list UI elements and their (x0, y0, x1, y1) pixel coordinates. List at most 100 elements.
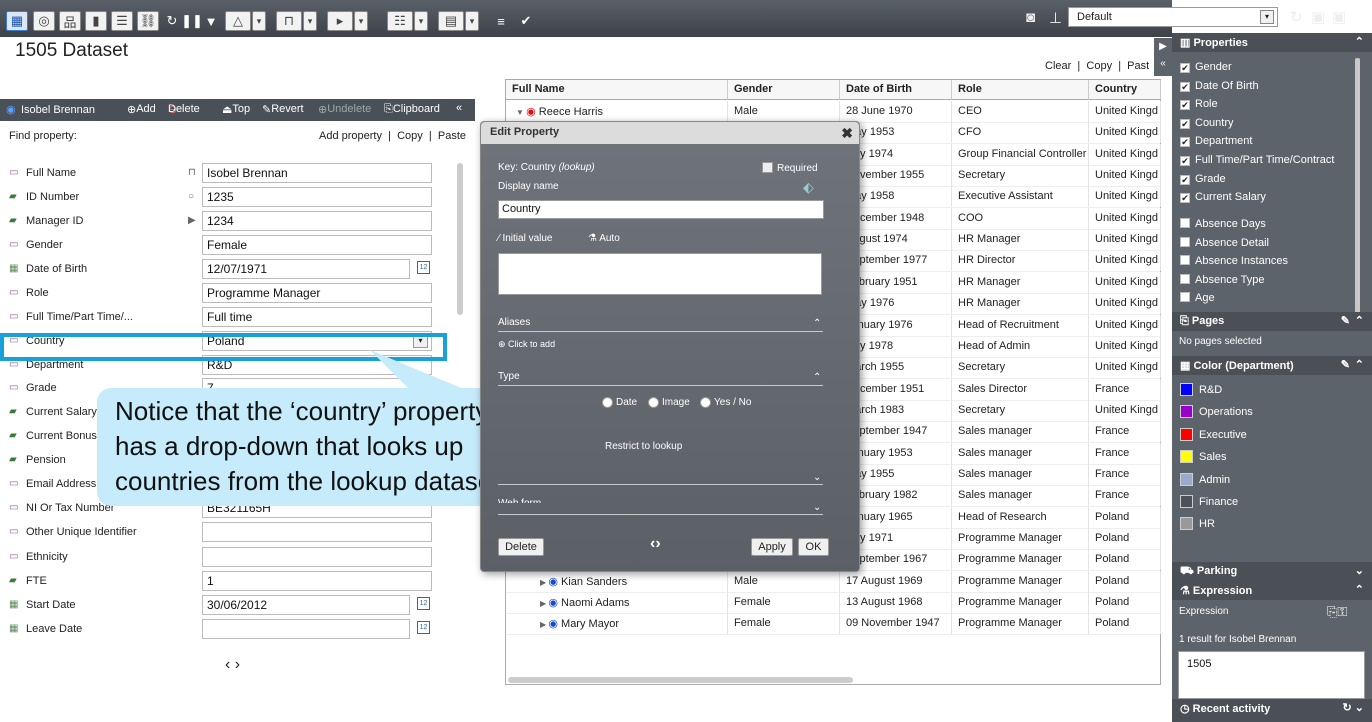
required-checkbox[interactable]: Required (762, 162, 818, 174)
table-cell[interactable]: Female (728, 613, 840, 635)
bookmark-icon[interactable]: ⊓ (276, 11, 302, 31)
table-cell[interactable]: United Kingd (1089, 207, 1161, 229)
table-cell[interactable]: Programme Manager (952, 592, 1089, 614)
table-cell[interactable]: France (1089, 378, 1161, 400)
horizontal-scrollbar[interactable] (508, 677, 853, 683)
table-cell[interactable]: United Kingd (1089, 293, 1161, 315)
property-input[interactable] (202, 619, 410, 639)
table-cell[interactable]: HR Manager (952, 271, 1089, 293)
table-cell[interactable]: Poland (1089, 570, 1161, 592)
chevron-down-icon[interactable]: ⌄ (813, 472, 821, 483)
chevron-down-icon[interactable]: ⌄ (813, 502, 821, 513)
color-swatch[interactable] (1180, 495, 1193, 508)
table-cell[interactable]: United Kingd (1089, 399, 1161, 421)
table-cell[interactable]: Head of Research (952, 506, 1089, 528)
table-cell[interactable]: France (1089, 463, 1161, 485)
table-cell[interactable]: Poland (1089, 613, 1161, 635)
property-input[interactable]: 30/06/2012 (202, 595, 410, 615)
table-cell[interactable]: Programme Manager (952, 570, 1089, 592)
table-cell[interactable]: United Kingd (1089, 335, 1161, 357)
tree-list-icon[interactable]: ☷ (387, 11, 413, 31)
property-checkbox[interactable]: ✔ Gender (1180, 61, 1365, 79)
property-checkbox[interactable]: ✔ Department (1180, 135, 1365, 153)
table-cell[interactable]: France (1089, 421, 1161, 443)
table-cell[interactable]: 17 August 1969 (840, 570, 952, 592)
property-checkbox[interactable]: ✔ Country (1180, 117, 1365, 135)
pages-section-header[interactable]: ⎘ Pages ✎ ⌃ (1172, 312, 1372, 331)
chevron-down-icon[interactable]: ▾ (465, 11, 479, 31)
table-cell[interactable]: HR Manager (952, 229, 1089, 251)
save-as-icon[interactable]: ▣ (1311, 8, 1325, 26)
table-cell[interactable]: United Kingd (1089, 122, 1161, 144)
property-input[interactable]: Female (202, 235, 432, 255)
parking-section-header[interactable]: ⛟ Parking ⌄ (1172, 562, 1372, 581)
property-input[interactable]: Programme Manager (202, 283, 432, 303)
table-cell[interactable]: HR Director (952, 250, 1089, 272)
table-cell[interactable]: Sales Director (952, 378, 1089, 400)
tag-icon[interactable]: ⬖ (803, 179, 814, 196)
pause-icon[interactable]: ❚❚ (181, 11, 203, 31)
view-select[interactable]: Default ▾ (1068, 7, 1278, 27)
table-cell[interactable]: France (1089, 442, 1161, 464)
table-cell[interactable]: United Kingd (1089, 357, 1161, 379)
yes-no-radio[interactable]: Yes / No (700, 397, 751, 408)
close-icon[interactable]: ✖ (841, 125, 853, 142)
property-checkbox[interactable]: ✔ Current Salary (1180, 191, 1365, 209)
close-icon[interactable]: ✕ (1352, 7, 1365, 25)
clear-link[interactable]: Clear (1045, 60, 1071, 72)
table-cell[interactable]: Poland (1089, 506, 1161, 528)
auto-toggle[interactable]: ⚗ Auto (588, 233, 620, 244)
table-cell[interactable]: CFO (952, 122, 1089, 144)
clipboard-button[interactable]: ⎘ Clipboard (384, 103, 440, 116)
table-cell[interactable]: Poland (1089, 528, 1161, 549)
color-swatch[interactable] (1180, 383, 1193, 396)
table-view-icon[interactable]: ▦ (6, 11, 28, 31)
menu-icon[interactable]: ≡ (493, 11, 509, 31)
date-radio[interactable]: Date (602, 397, 637, 408)
table-cell[interactable]: United Kingd (1089, 143, 1161, 165)
collapse-icon[interactable]: « (456, 102, 462, 114)
copy-link[interactable]: Copy (397, 130, 423, 142)
property-input[interactable]: Isobel Brennan (202, 163, 432, 183)
pin-icon[interactable]: ⊥ (1049, 9, 1062, 27)
go-to-icon[interactable]: ▶ (188, 215, 196, 226)
chevron-down-icon[interactable]: ▾ (414, 11, 428, 31)
table-cell[interactable]: COO (952, 207, 1089, 229)
pencil-icon[interactable]: ✎ (1341, 314, 1350, 327)
table-cell[interactable]: Sales manager (952, 421, 1089, 443)
color-swatch[interactable] (1180, 450, 1193, 463)
column-header[interactable]: Gender (728, 80, 840, 100)
restrict-lookup-label[interactable]: Restrict to lookup (605, 441, 682, 452)
nav-arrows-icon[interactable]: ‹ › (225, 656, 240, 674)
paste-link[interactable]: Past (1127, 60, 1149, 72)
copy-lock-icon[interactable]: ⎘⚿ (1327, 604, 1347, 620)
property-checkbox[interactable]: Age (1180, 292, 1365, 310)
chevron-down-icon[interactable]: ▾ (252, 11, 266, 31)
calendar-picker-icon[interactable]: 12 (417, 597, 430, 610)
table-cell[interactable]: Sales manager (952, 485, 1089, 507)
table-cell[interactable]: 09 November 1947 (840, 613, 952, 635)
property-checkbox[interactable]: ✔ Full Time/Part Time/Contract (1180, 154, 1365, 172)
initial-value-textarea[interactable] (498, 253, 822, 295)
table-cell[interactable]: Sales manager (952, 442, 1089, 464)
panel-scrollbar[interactable] (1355, 58, 1360, 313)
pencil-icon[interactable]: ✎ (1341, 358, 1350, 371)
dial-view-icon[interactable]: ◎ (33, 11, 55, 31)
table-cell[interactable]: Female (728, 592, 840, 614)
color-section-header[interactable]: ▦ Color (Department) ✎ ⌃ (1172, 356, 1372, 375)
table-cell[interactable]: Programme Manager (952, 549, 1089, 571)
bar-chart-icon[interactable]: ▮ (85, 11, 107, 31)
table-cell[interactable]: United Kingd (1089, 229, 1161, 251)
save-icon[interactable]: ▣ (1332, 8, 1346, 26)
table-cell[interactable]: Male (728, 570, 840, 592)
expression-section-header[interactable]: ⚗ Expression ⌃ (1172, 581, 1372, 600)
apply-button[interactable]: Apply (751, 538, 793, 556)
image-radio[interactable]: Image (648, 397, 690, 408)
list-icon[interactable]: ☰ (111, 11, 133, 31)
table-cell[interactable]: Programme Manager (952, 528, 1089, 549)
table-cell[interactable]: Head of Admin (952, 335, 1089, 357)
revert-button[interactable]: ✎ Revert (262, 103, 304, 116)
column-header[interactable]: Full Name (506, 80, 728, 100)
display-name-input[interactable]: Country (498, 200, 824, 219)
property-checkbox[interactable]: ✔ Grade (1180, 173, 1365, 191)
